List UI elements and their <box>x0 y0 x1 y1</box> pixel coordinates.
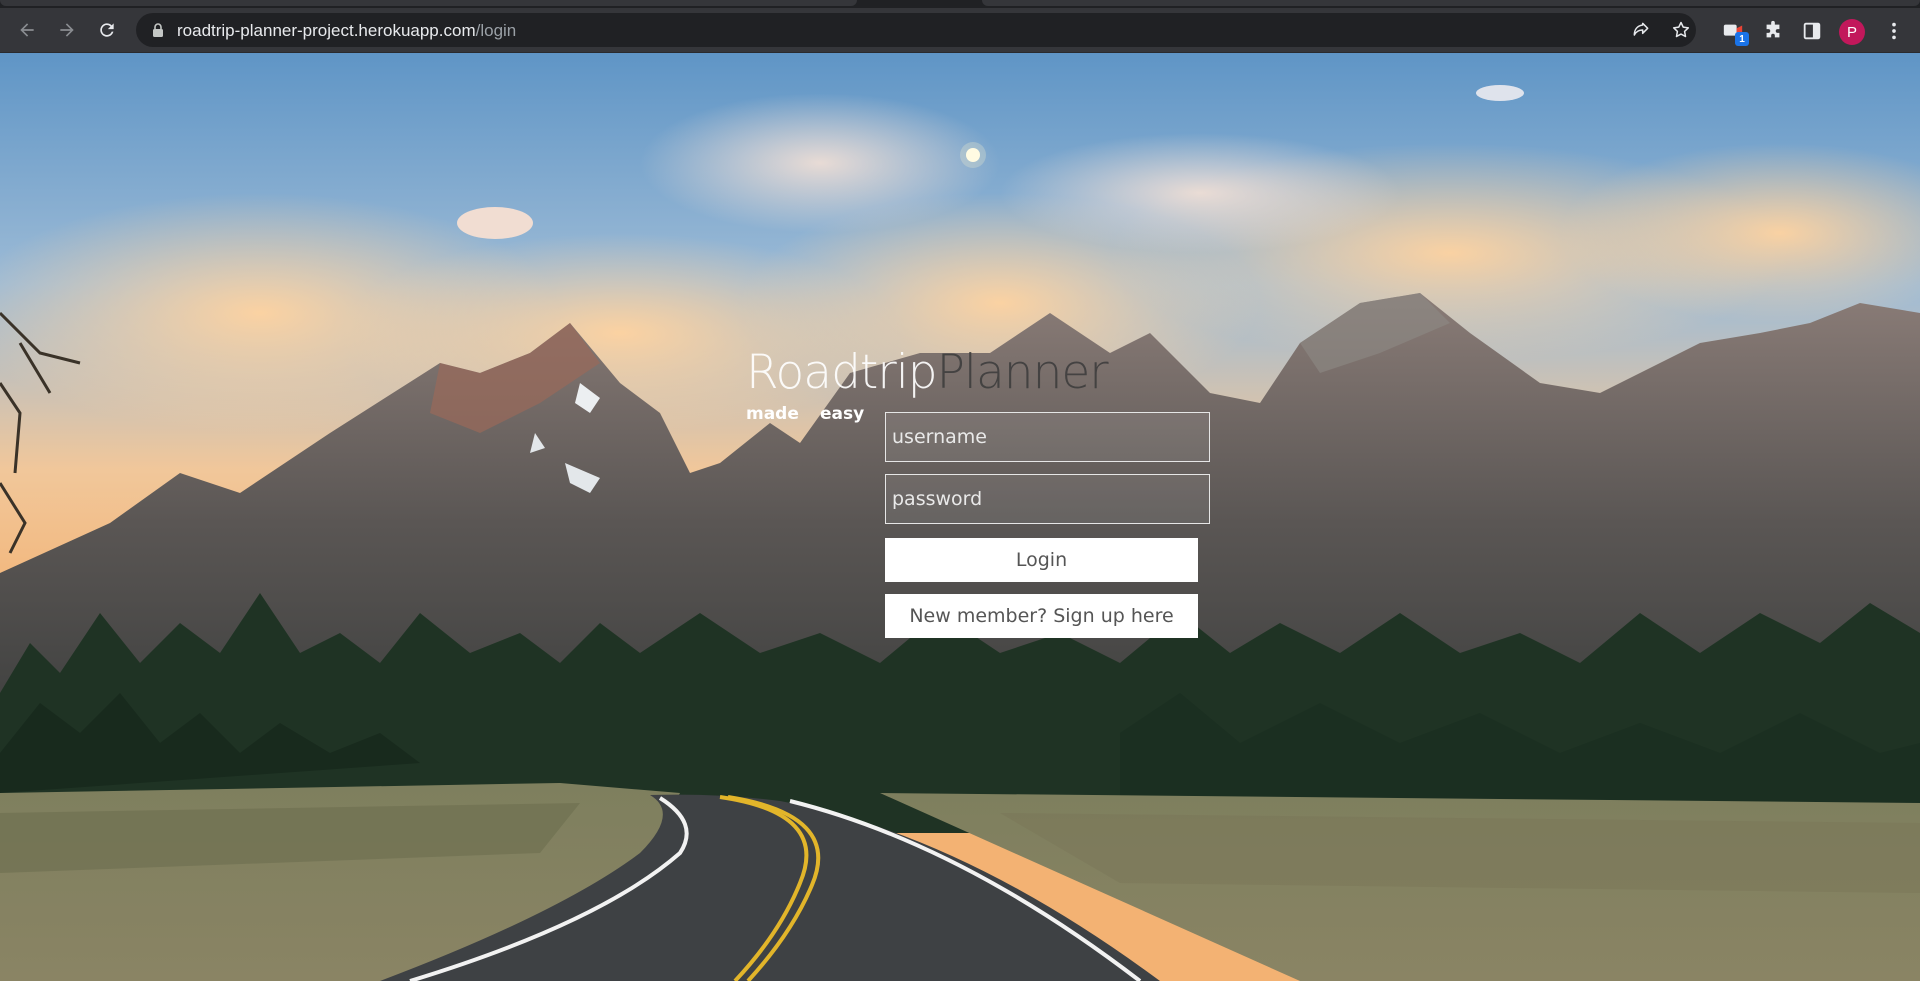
tagline-made: made <box>746 404 799 424</box>
side-panel-icon[interactable] <box>1801 20 1823 42</box>
signup-button[interactable]: New member? Sign up here <box>885 594 1198 638</box>
url-path: /login <box>475 21 517 40</box>
share-icon[interactable] <box>1631 20 1651 40</box>
tagline-easy: easy <box>820 404 865 424</box>
url-host: roadtrip-planner-project.herokuapp.com <box>177 21 476 40</box>
address-bar[interactable]: roadtrip-planner-project.herokuapp.com/l… <box>136 13 1696 47</box>
forward-button[interactable] <box>53 16 81 44</box>
brand-part-roadtrip: Roadtrip <box>746 345 938 400</box>
extension-badge: 1 <box>1735 32 1749 46</box>
login-button[interactable]: Login <box>885 538 1198 582</box>
tab-right[interactable] <box>982 0 1920 6</box>
lock-icon <box>153 23 163 37</box>
reload-icon <box>100 23 114 37</box>
app-logo-title: RoadtripPlanner <box>746 345 1109 400</box>
browser-toolbar: roadtrip-planner-project.herokuapp.com/l… <box>0 8 1920 53</box>
page-content: RoadtripPlanner made easy Login New memb… <box>0 53 1920 981</box>
bookmark-star-icon[interactable] <box>1671 20 1691 40</box>
puzzle-icon[interactable] <box>1762 20 1784 42</box>
arrow-left-icon <box>20 23 34 37</box>
url-text: roadtrip-planner-project.herokuapp.com/l… <box>177 21 516 41</box>
username-input[interactable] <box>885 412 1210 462</box>
profile-avatar[interactable]: P <box>1839 19 1865 45</box>
brand-part-planner: Planner <box>936 345 1109 400</box>
arrow-right-icon <box>60 23 74 37</box>
back-button[interactable] <box>13 16 41 44</box>
tab-strip <box>0 0 1920 8</box>
kebab-menu-icon[interactable] <box>1883 20 1905 42</box>
reload-button[interactable] <box>93 16 121 44</box>
tab-left[interactable] <box>0 0 857 6</box>
password-input[interactable] <box>885 474 1210 524</box>
